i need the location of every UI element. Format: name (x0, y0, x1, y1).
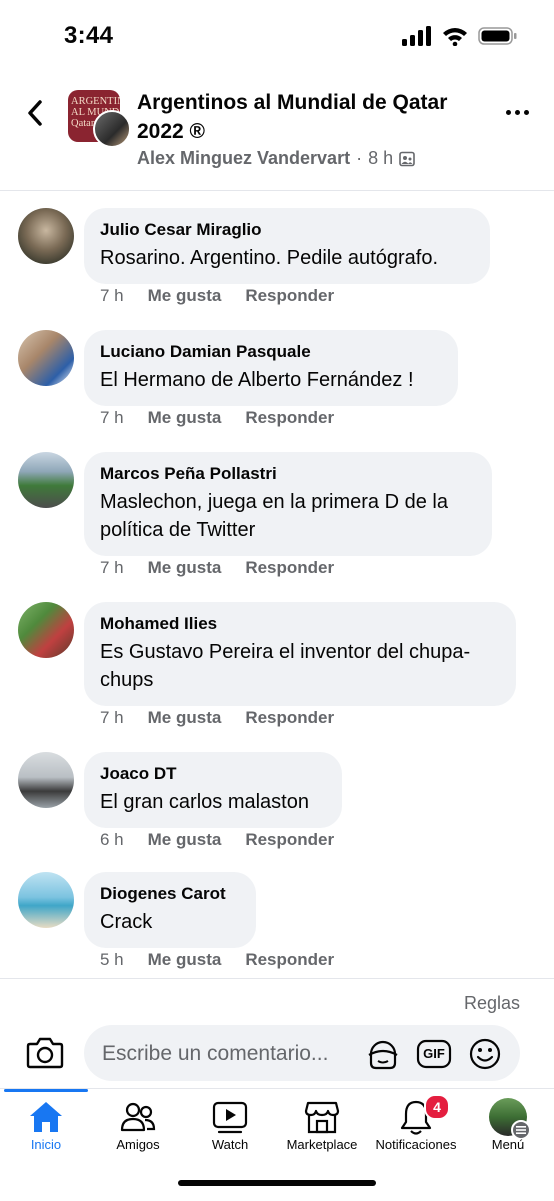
tab-menu[interactable]: Menú (462, 1089, 554, 1163)
wifi-icon (443, 28, 467, 46)
like-button[interactable]: Me gusta (148, 830, 222, 850)
more-dot-icon (505, 109, 511, 115)
menu-avatar (488, 1097, 531, 1140)
cellular-signal-icon (402, 26, 431, 46)
comment-text: Rosarino. Argentino. Pedile autógrafo. (100, 247, 438, 269)
more-options-button[interactable] (502, 102, 532, 122)
camera-button[interactable] (26, 1035, 64, 1071)
comment-bubble[interactable]: Mohamed Ilies Es Gustavo Pereira el inve… (84, 602, 516, 706)
poster-name[interactable]: Alex Minguez Vandervart (137, 148, 350, 169)
comment-text: El Hermano de Alberto Fernández ! (100, 369, 414, 391)
back-button[interactable] (20, 96, 50, 130)
comment-age: 7 h (100, 708, 124, 727)
tab-notificaciones[interactable]: 4 Notificaciones (370, 1089, 462, 1163)
marketplace-icon (302, 1097, 342, 1137)
avatar-sticker-button[interactable] (366, 1037, 400, 1071)
comment-bubble[interactable]: Joaco DT El gran carlos malaston (84, 752, 342, 828)
comment-input-wrapper: GIF (84, 1025, 520, 1083)
comment-author[interactable]: Julio Cesar Miraglio (100, 219, 474, 241)
comment-actions: 7 h Me gusta Responder (100, 286, 334, 306)
reply-button[interactable]: Responder (245, 286, 334, 306)
commenter-avatar[interactable] (18, 452, 74, 508)
comment-author[interactable]: Diogenes Carot (100, 883, 240, 905)
comment-age: 6 h (100, 830, 124, 849)
emoji-icon (469, 1038, 501, 1070)
like-button[interactable]: Me gusta (148, 558, 222, 578)
comment-text: Crack (100, 911, 153, 933)
rules-link[interactable]: Reglas (464, 993, 520, 1014)
reply-button[interactable]: Responder (245, 408, 334, 428)
comment-age: 7 h (100, 558, 124, 577)
group-members-icon (399, 151, 415, 166)
reply-button[interactable]: Responder (245, 558, 334, 578)
comment-age: 5 h (100, 950, 124, 969)
more-dot-icon (514, 109, 520, 115)
comment-age: 7 h (100, 408, 124, 427)
tab-inicio[interactable]: Inicio (0, 1089, 92, 1163)
comment-age: 7 h (100, 286, 124, 305)
avatar-sticker-icon (368, 1040, 398, 1070)
reply-button[interactable]: Responder (245, 830, 334, 850)
watch-icon (210, 1097, 250, 1137)
more-dot-icon (523, 109, 529, 115)
comment-text: Es Gustavo Pereira el inventor del chupa… (100, 641, 471, 691)
tab-marketplace[interactable]: Marketplace (276, 1089, 368, 1163)
comment-input[interactable] (100, 1025, 354, 1083)
status-bar: 3:44 (0, 0, 554, 72)
group-title[interactable]: Argentinos al Mundial de Qatar 2022 ® (137, 88, 477, 146)
comment-bubble[interactable]: Diogenes Carot Crack (84, 872, 256, 948)
comment-bubble[interactable]: Luciano Damian Pasquale El Hermano de Al… (84, 330, 458, 406)
home-icon (26, 1097, 66, 1137)
like-button[interactable]: Me gusta (148, 408, 222, 428)
like-button[interactable]: Me gusta (148, 708, 222, 728)
friends-icon (118, 1097, 158, 1137)
comment-actions: 6 h Me gusta Responder (100, 830, 334, 850)
commenter-avatar[interactable] (18, 602, 74, 658)
chevron-left-icon (28, 100, 42, 126)
commenter-avatar[interactable] (18, 208, 74, 264)
comment-text: Maslechon, juega en la primera D de la p… (100, 491, 448, 541)
tab-watch[interactable]: Watch (184, 1089, 276, 1163)
profile-avatar (489, 1098, 531, 1140)
commenter-avatar[interactable] (18, 872, 74, 928)
camera-icon (26, 1037, 64, 1069)
reply-button[interactable]: Responder (245, 950, 334, 970)
tab-label: Menú (491, 1137, 525, 1152)
comment-author[interactable]: Joaco DT (100, 763, 326, 785)
commenter-avatar[interactable] (18, 330, 74, 386)
gif-button[interactable]: GIF (416, 1037, 452, 1071)
meta-separator: · (356, 148, 363, 168)
status-time: 3:44 (64, 22, 114, 49)
comment-actions: 7 h Me gusta Responder (100, 558, 334, 578)
comment-author[interactable]: Marcos Peña Pollastri (100, 463, 476, 485)
comment-text: El gran carlos malaston (100, 791, 309, 813)
like-button[interactable]: Me gusta (148, 286, 222, 306)
comment-composer: Reglas GIF (0, 978, 554, 1089)
comment-actions: 5 h Me gusta Responder (100, 950, 334, 970)
battery-icon (478, 27, 517, 45)
comment-bubble[interactable]: Julio Cesar Miraglio Rosarino. Argentino… (84, 208, 490, 284)
notification-badge: 4 (424, 1094, 450, 1120)
comment-author[interactable]: Luciano Damian Pasquale (100, 341, 442, 363)
status-icons (402, 26, 518, 46)
commenter-avatar[interactable] (18, 752, 74, 808)
post-header: ARGENTINOS AL MUNDIAL Qatar Argentinos a… (0, 80, 554, 191)
comment-author[interactable]: Mohamed Ilies (100, 613, 500, 635)
tab-amigos[interactable]: Amigos (92, 1089, 184, 1163)
home-indicator (178, 1180, 376, 1186)
gif-label: GIF (423, 1046, 445, 1061)
post-meta: Alex Minguez Vandervart · 8 h (137, 148, 415, 169)
emoji-button[interactable] (468, 1037, 502, 1071)
like-button[interactable]: Me gusta (148, 950, 222, 970)
poster-avatar[interactable] (93, 110, 131, 148)
comment-bubble[interactable]: Marcos Peña Pollastri Maslechon, juega e… (84, 452, 492, 556)
comment-actions: 7 h Me gusta Responder (100, 408, 334, 428)
post-age: 8 h (368, 148, 394, 168)
reply-button[interactable]: Responder (245, 708, 334, 728)
comment-actions: 7 h Me gusta Responder (100, 708, 334, 728)
